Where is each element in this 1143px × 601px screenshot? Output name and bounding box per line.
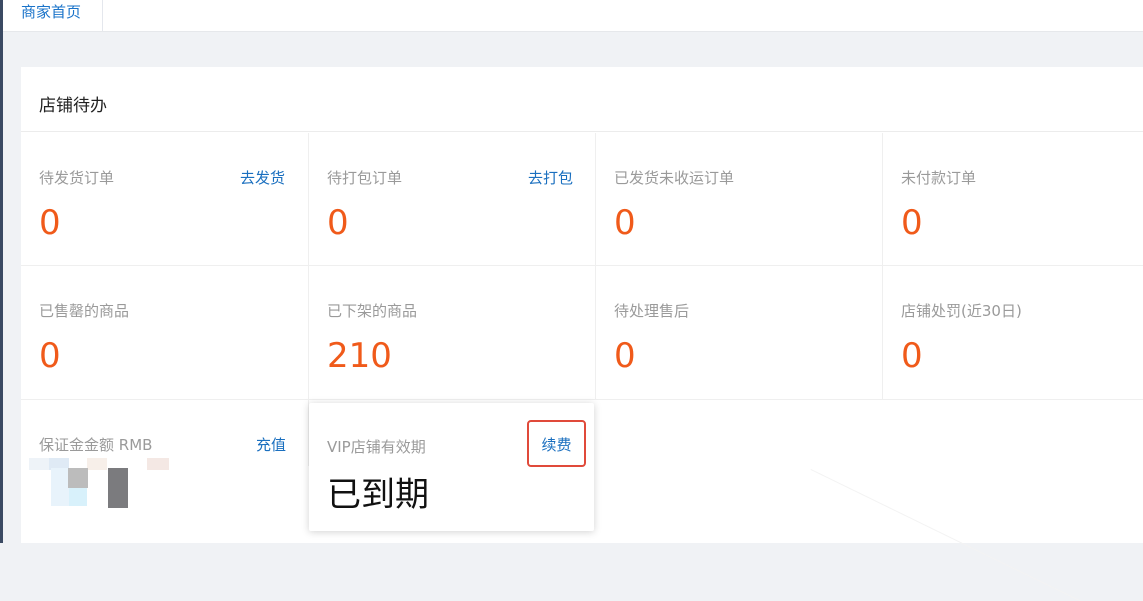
stat-label: 待发货订单 [39,169,115,187]
vip-label: VIP店铺有效期 [327,438,426,456]
stat-label: 未付款订单 [901,169,977,187]
stat-value[interactable]: 0 [901,203,923,243]
stat-label: 已售罄的商品 [39,302,130,320]
stat-delisted-products: 已下架的商品 210 [309,266,596,399]
tab-bar: 商家首页 [3,0,1143,32]
stat-value[interactable]: 0 [39,203,61,243]
stat-value[interactable]: 0 [614,336,636,376]
recharge-link[interactable]: 充值 [256,434,286,455]
title-divider [21,131,1143,132]
stat-label: 已下架的商品 [327,302,418,320]
card-title: 店铺待办 [39,96,107,116]
stat-pending-shipment: 待发货订单 去发货 0 [21,133,308,266]
stat-value[interactable]: 0 [39,336,61,376]
stat-pending-after-sales: 待处理售后 0 [596,266,883,399]
stat-value[interactable]: 0 [327,203,349,243]
left-edge-bar [0,0,3,543]
vip-status-value: 已到期 [327,475,429,515]
renew-highlight-box: 续费 [527,420,586,467]
pack-now-link[interactable]: 去打包 [528,167,573,188]
deposit-amount-cell: 保证金金额 RMB 充值 [21,400,308,533]
stat-unpaid-orders: 未付款订单 0 [883,133,1143,266]
deposit-label: 保证金金额 RMB [39,436,153,454]
stat-value[interactable]: 210 [327,336,392,376]
stat-label: 待打包订单 [327,169,403,187]
stat-label: 店铺处罚(近30日) [901,302,1022,320]
vip-validity-card: VIP店铺有效期 续费 已到期 [309,403,594,531]
stat-label: 待处理售后 [614,302,690,320]
renew-link[interactable]: 续费 [529,434,584,455]
ship-now-link[interactable]: 去发货 [240,167,285,188]
background-faint-line [810,469,1081,601]
stat-shipped-not-collected: 已发货未收运订单 0 [596,133,883,266]
stat-value[interactable]: 0 [901,336,923,376]
stat-sold-out-products: 已售罄的商品 0 [21,266,308,399]
stat-label: 已发货未收运订单 [614,169,735,187]
tab-merchant-home[interactable]: 商家首页 [3,0,103,31]
stat-store-penalties: 店铺处罚(近30日) 0 [883,266,1143,399]
stat-value[interactable]: 0 [614,203,636,243]
stat-pending-packing: 待打包订单 去打包 0 [309,133,596,266]
